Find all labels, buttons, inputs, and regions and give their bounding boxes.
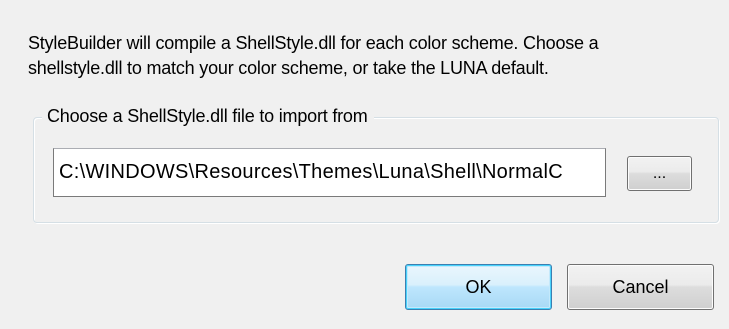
groupbox-legend: Choose a ShellStyle.dll file to import f… — [42, 103, 374, 129]
description-line-1: StyleBuilder will compile a ShellStyle.d… — [28, 33, 599, 53]
shellstyle-path-input[interactable] — [53, 148, 606, 197]
import-shellstyle-dialog: StyleBuilder will compile a ShellStyle.d… — [0, 0, 729, 329]
browse-button[interactable]: ... — [627, 156, 692, 191]
dialog-description: StyleBuilder will compile a ShellStyle.d… — [28, 31, 723, 81]
cancel-button[interactable]: Cancel — [567, 264, 714, 310]
description-line-2: shellstyle.dll to match your color schem… — [28, 58, 549, 78]
ok-button[interactable]: OK — [405, 264, 552, 310]
